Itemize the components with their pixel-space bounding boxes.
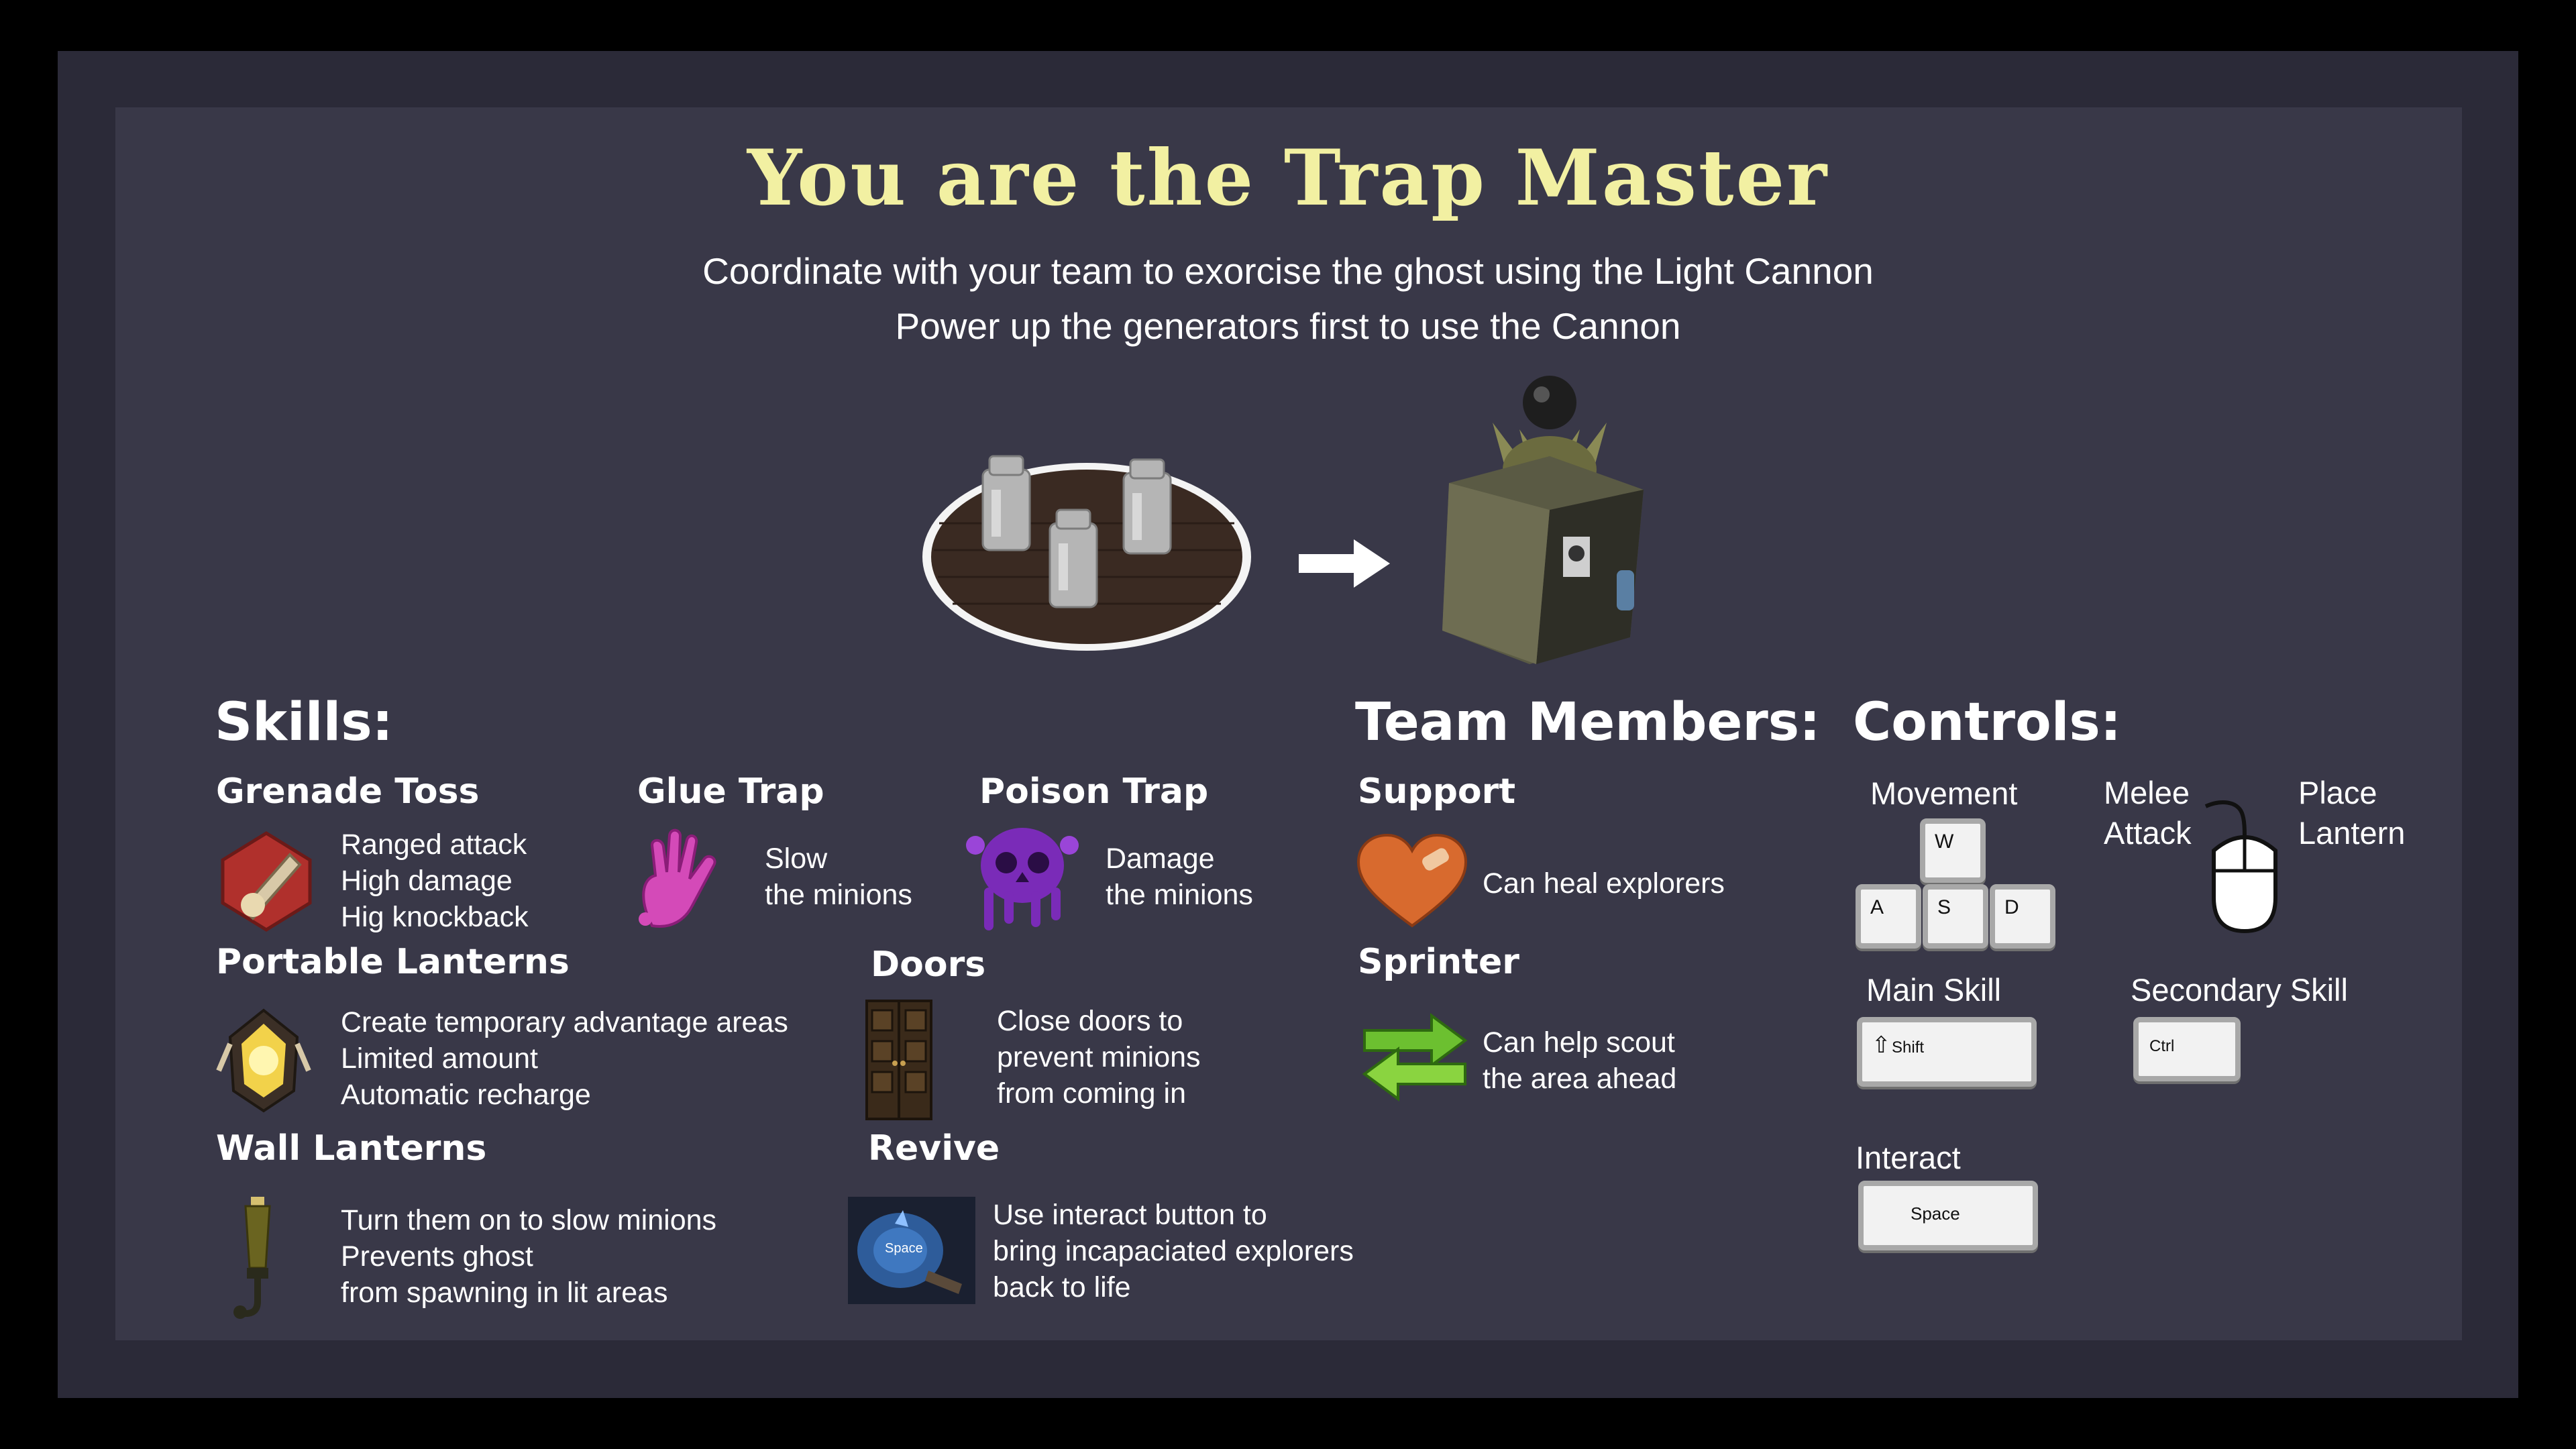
skill-doors-name: Doors	[871, 945, 986, 985]
arrow-right-icon	[1299, 539, 1390, 588]
door-icon	[865, 1000, 932, 1120]
team-heading: Team Members:	[1355, 692, 1821, 753]
skill-grenade-toss-line-1: Ranged attack	[341, 828, 527, 861]
key-a-label: A	[1870, 896, 1884, 918]
skill-grenade-toss-line-2: High damage	[341, 865, 513, 897]
key-ctrl: Ctrl	[2133, 1017, 2241, 1081]
skill-glue-trap-line-2: the minions	[765, 879, 912, 911]
controls-heading: Controls:	[1853, 692, 2122, 753]
skill-wall-lanterns-line-2: Prevents ghost	[341, 1240, 533, 1273]
light-cannon-image	[1442, 376, 1644, 664]
interact-label: Interact	[1856, 1140, 1961, 1175]
melee-attack-label: Melee Attack	[2104, 773, 2192, 853]
lantern-icon	[216, 1008, 311, 1113]
heart-icon	[1356, 833, 1468, 928]
place-lantern-label-line-2: Lantern	[2298, 815, 2406, 851]
skill-doors-line-1: Close doors to	[997, 1005, 1183, 1037]
skill-grenade-toss-line-3: Hig knockback	[341, 901, 529, 933]
shift-arrow-icon: ⇧	[1872, 1032, 1891, 1058]
poison-skull-icon	[966, 828, 1079, 930]
glue-hand-icon	[639, 828, 716, 928]
skill-revive-line-1: Use interact button to	[993, 1199, 1267, 1231]
skill-grenade-toss-name: Grenade Toss	[216, 771, 480, 812]
key-a: A	[1856, 884, 1921, 949]
key-w: W	[1920, 818, 1986, 883]
skill-glue-trap-name: Glue Trap	[637, 771, 824, 812]
subtitle-line-2: Power up the generators first to use the…	[895, 305, 1681, 347]
key-s-label: S	[1937, 896, 1951, 918]
main-skill-label: Main Skill	[1866, 972, 2002, 1008]
skills-heading: Skills:	[215, 692, 393, 753]
skill-doors-line-2: prevent minions	[997, 1041, 1201, 1073]
place-lantern-label: Place Lantern	[2298, 773, 2405, 853]
key-space-label: Space	[1911, 1203, 1960, 1224]
skill-poison-trap-line-1: Damage	[1106, 843, 1215, 875]
skill-glue-trap-line-1: Slow	[765, 843, 828, 875]
team-sprinter-line-2: the area ahead	[1483, 1063, 1677, 1095]
skill-poison-trap-name: Poison Trap	[979, 771, 1209, 812]
key-d: D	[1990, 884, 2055, 949]
key-space: Space	[1858, 1181, 2038, 1250]
key-d-label: D	[2004, 896, 2019, 918]
skill-wall-lanterns-name: Wall Lanterns	[216, 1128, 487, 1169]
page-title: You are the Trap Master	[747, 133, 1829, 223]
skill-portable-lanterns-line-3: Automatic recharge	[341, 1079, 591, 1111]
key-s: S	[1923, 884, 1988, 949]
revive-icon-key-label: Space	[885, 1241, 923, 1256]
subtitle-line-1: Coordinate with your team to exorcise th…	[702, 250, 1874, 292]
key-shift: ⇧ Shift	[1857, 1017, 2037, 1087]
skill-portable-lanterns-name: Portable Lanterns	[216, 942, 570, 982]
place-lantern-label-line-1: Place	[2298, 775, 2377, 810]
movement-label: Movement	[1870, 775, 2018, 811]
team-sprinter-line-1: Can help scout	[1483, 1026, 1675, 1059]
skill-portable-lanterns-line-1: Create temporary advantage areas	[341, 1006, 788, 1038]
melee-attack-label-line-2: Attack	[2104, 815, 2192, 851]
secondary-skill-label: Secondary Skill	[2131, 972, 2348, 1008]
skill-revive-line-3: back to life	[993, 1271, 1131, 1303]
generators-platform-image	[922, 455, 1251, 651]
key-w-label: W	[1935, 830, 1954, 853]
grenade-icon	[221, 831, 312, 932]
skill-portable-lanterns-line-2: Limited amount	[341, 1042, 538, 1075]
revive-icon: Space	[848, 1197, 975, 1304]
team-support-line-1: Can heal explorers	[1483, 867, 1725, 900]
skill-revive-line-2: bring incapaciated explorers	[993, 1235, 1354, 1267]
wall-lantern-icon	[233, 1197, 271, 1319]
key-ctrl-label: Ctrl	[2149, 1037, 2175, 1055]
skill-wall-lanterns-line-3: from spawning in lit areas	[341, 1277, 668, 1309]
double-arrow-icon	[1362, 1013, 1468, 1102]
skill-doors-line-3: from coming in	[997, 1077, 1186, 1110]
melee-attack-label-line-1: Melee	[2104, 775, 2190, 810]
key-shift-label: Shift	[1892, 1038, 1925, 1057]
skill-wall-lanterns-line-1: Turn them on to slow minions	[341, 1204, 717, 1236]
team-support-name: Support	[1358, 771, 1516, 812]
skill-poison-trap-line-2: the minions	[1106, 879, 1253, 911]
skill-revive-name: Revive	[868, 1128, 1000, 1169]
mouse-icon	[2204, 800, 2277, 934]
team-sprinter-name: Sprinter	[1358, 942, 1519, 982]
